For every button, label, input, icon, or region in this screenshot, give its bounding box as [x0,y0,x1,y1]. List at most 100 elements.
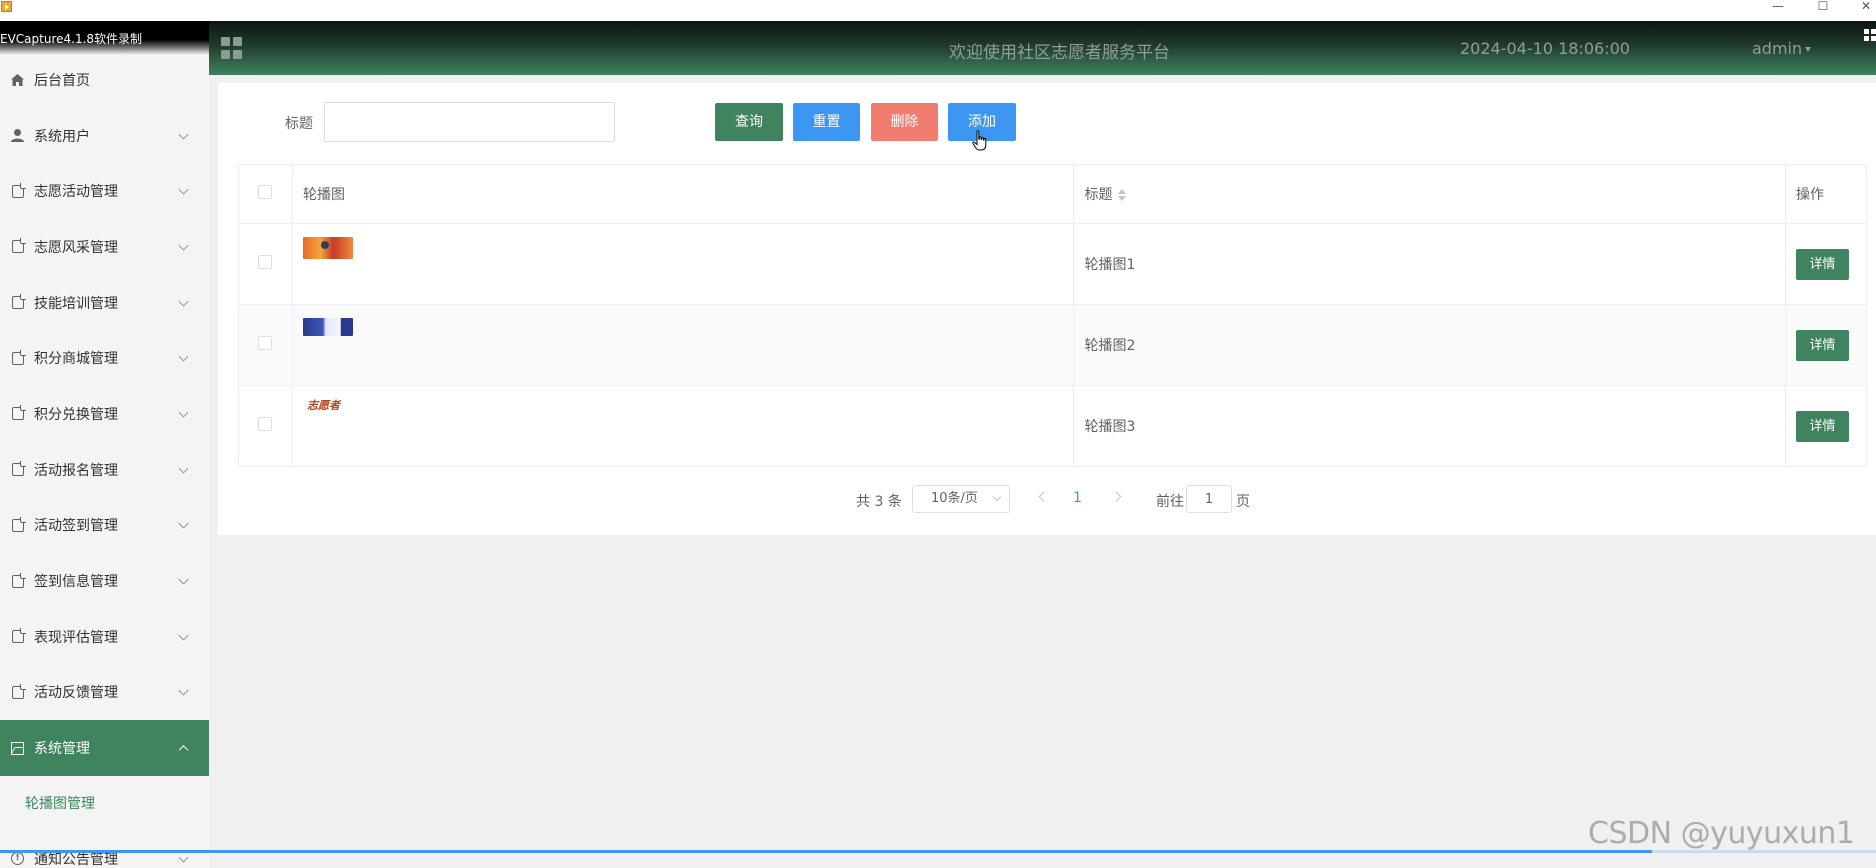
document-icon [10,294,26,310]
sidebar-item-label: 后台首页 [34,72,90,89]
sidebar-item-points-exchange[interactable]: 积分兑换管理 [0,386,209,442]
sidebar-subitem-carousel[interactable]: 轮播图管理 [0,775,209,831]
chevron-down-icon [178,407,189,418]
page-number-current[interactable]: 1 [1073,490,1082,506]
user-dropdown[interactable]: admin [1752,39,1812,58]
menu-toggle-icon[interactable] [221,37,243,59]
page-suffix-label: 页 [1236,494,1250,510]
document-icon [10,182,26,199]
image-cell [291,304,1075,386]
carousel-thumbnail[interactable] [302,237,353,259]
sidebar-item-activity-signup[interactable]: 活动报名管理 [0,442,209,498]
column-header-action: 操作 [1784,164,1868,224]
page-size-select[interactable]: 10条/页 [912,485,1010,513]
document-icon [10,572,26,589]
sidebar-item-label: 志愿风采管理 [34,239,118,256]
chevron-down-icon [178,184,189,195]
document-icon [10,349,26,366]
recorder-watermark: EVCapture4.1.8软件录制 [0,21,209,55]
chevron-down-icon [178,574,189,585]
sidebar-item-performance-eval[interactable]: 表现评估管理 [0,609,209,665]
action-cell: 详情 [1784,385,1868,467]
sidebar-item-label: 技能培训管理 [34,295,118,312]
action-cell: 详情 [1784,223,1868,305]
home-icon [10,72,25,87]
sidebar-item-label: 系统用户 [34,128,90,145]
chevron-down-icon [178,240,189,251]
query-button[interactable]: 查询 [715,103,783,141]
row-checkbox[interactable] [258,417,273,431]
sidebar-item-skill-training[interactable]: 技能培训管理 [0,275,209,331]
caret-down-icon [1805,47,1812,52]
sidebar-item-home[interactable]: 后台首页 [0,52,209,108]
sidebar-item-activity-checkin[interactable]: 活动签到管理 [0,498,209,554]
hand-cursor-icon [972,130,987,151]
row-select-cell [238,223,293,305]
picture-icon [10,741,25,756]
sidebar-item-activity-feedback[interactable]: 活动反馈管理 [0,665,209,721]
row-checkbox[interactable] [258,255,273,269]
page-title: 欢迎使用社区志愿者服务平台 [949,43,1170,63]
title-search-input[interactable] [324,102,615,142]
pagination-total: 共 3 条 [856,494,902,510]
sidebar-item-label: 表现评估管理 [34,629,118,646]
row-checkbox[interactable] [258,336,273,350]
prev-page-icon[interactable] [1038,491,1049,502]
row-select-cell [238,304,293,386]
chevron-down-icon [178,351,189,362]
maximize-icon[interactable]: ☐ [1813,0,1833,14]
minimize-icon[interactable]: — [1768,0,1788,14]
sidebar-item-points-mall[interactable]: 积分商城管理 [0,330,209,386]
table-row: 轮播图1 详情 [238,223,1868,305]
sidebar-item-label: 系统管理 [34,741,90,758]
next-page-icon[interactable] [1111,491,1122,502]
sidebar-item-label: 志愿活动管理 [34,184,118,201]
detail-button[interactable]: 详情 [1795,410,1849,442]
table-header-row: 轮播图 标题 操作 [238,164,1868,224]
chevron-down-icon [178,296,189,307]
delete-button[interactable]: 删除 [871,103,938,141]
chevron-down-icon [178,518,189,529]
column-header-title[interactable]: 标题 [1073,164,1786,224]
title-cell: 轮播图1 [1073,223,1786,305]
main-content: 标题 查询 重置 删除 添加 轮播图 标题 操作 轮播图1 详情 轮播图2 详情… [218,83,1876,535]
sidebar-item-system-users[interactable]: 系统用户 [0,108,209,164]
document-icon [10,405,26,421]
row-select-cell [238,385,293,467]
detail-button[interactable]: 详情 [1795,248,1849,280]
goto-page-input[interactable] [1186,485,1232,513]
table-row: 轮播图2 详情 [238,304,1868,386]
sidebar-item-system-management[interactable]: 系统管理 [0,720,209,776]
close-icon[interactable]: ✕ [1856,0,1876,14]
select-all-cell [238,164,293,224]
sidebar-item-checkin-info[interactable]: 签到信息管理 [0,553,209,609]
sort-icon[interactable] [1118,189,1127,201]
table-row: 志愿者 轮播图3 详情 [238,385,1868,467]
sidebar-item-volunteer-showcase[interactable]: 志愿风采管理 [0,219,209,275]
column-header-title-label: 标题 [1084,187,1113,203]
carousel-thumbnail[interactable]: 志愿者 [307,399,345,413]
info-icon: ! [10,851,25,866]
document-icon [10,683,26,700]
title-cell: 轮播图2 [1073,304,1786,386]
document-icon [10,238,26,254]
carousel-table: 轮播图 标题 操作 轮播图1 详情 轮播图2 详情 志愿者 轮播图3 详情 [238,164,1868,467]
sidebar-item-volunteer-activity[interactable]: 志愿活动管理 [0,163,209,219]
reset-button[interactable]: 重置 [793,103,860,141]
carousel-thumbnail[interactable] [302,318,353,336]
chevron-down-icon [178,129,189,140]
fullscreen-icon[interactable] [1864,29,1876,41]
chevron-down-icon [178,852,189,863]
sidebar-item-label: 积分兑换管理 [34,406,118,423]
csdn-watermark: CSDN @yuyuxun1 [1588,816,1855,851]
sidebar-item-label: 活动报名管理 [34,462,118,479]
username: admin [1752,39,1803,58]
select-all-checkbox[interactable] [258,185,273,199]
detail-button[interactable]: 详情 [1795,329,1849,361]
user-icon [10,128,25,143]
sidebar-item-label: 积分商城管理 [34,351,118,368]
pagination: 共 3 条 10条/页 1 前往 页 [218,485,1876,513]
sidebar-item-label: 签到信息管理 [34,574,118,591]
os-title-bar: — ☐ ✕ [0,0,1876,21]
chevron-up-icon [178,745,189,756]
